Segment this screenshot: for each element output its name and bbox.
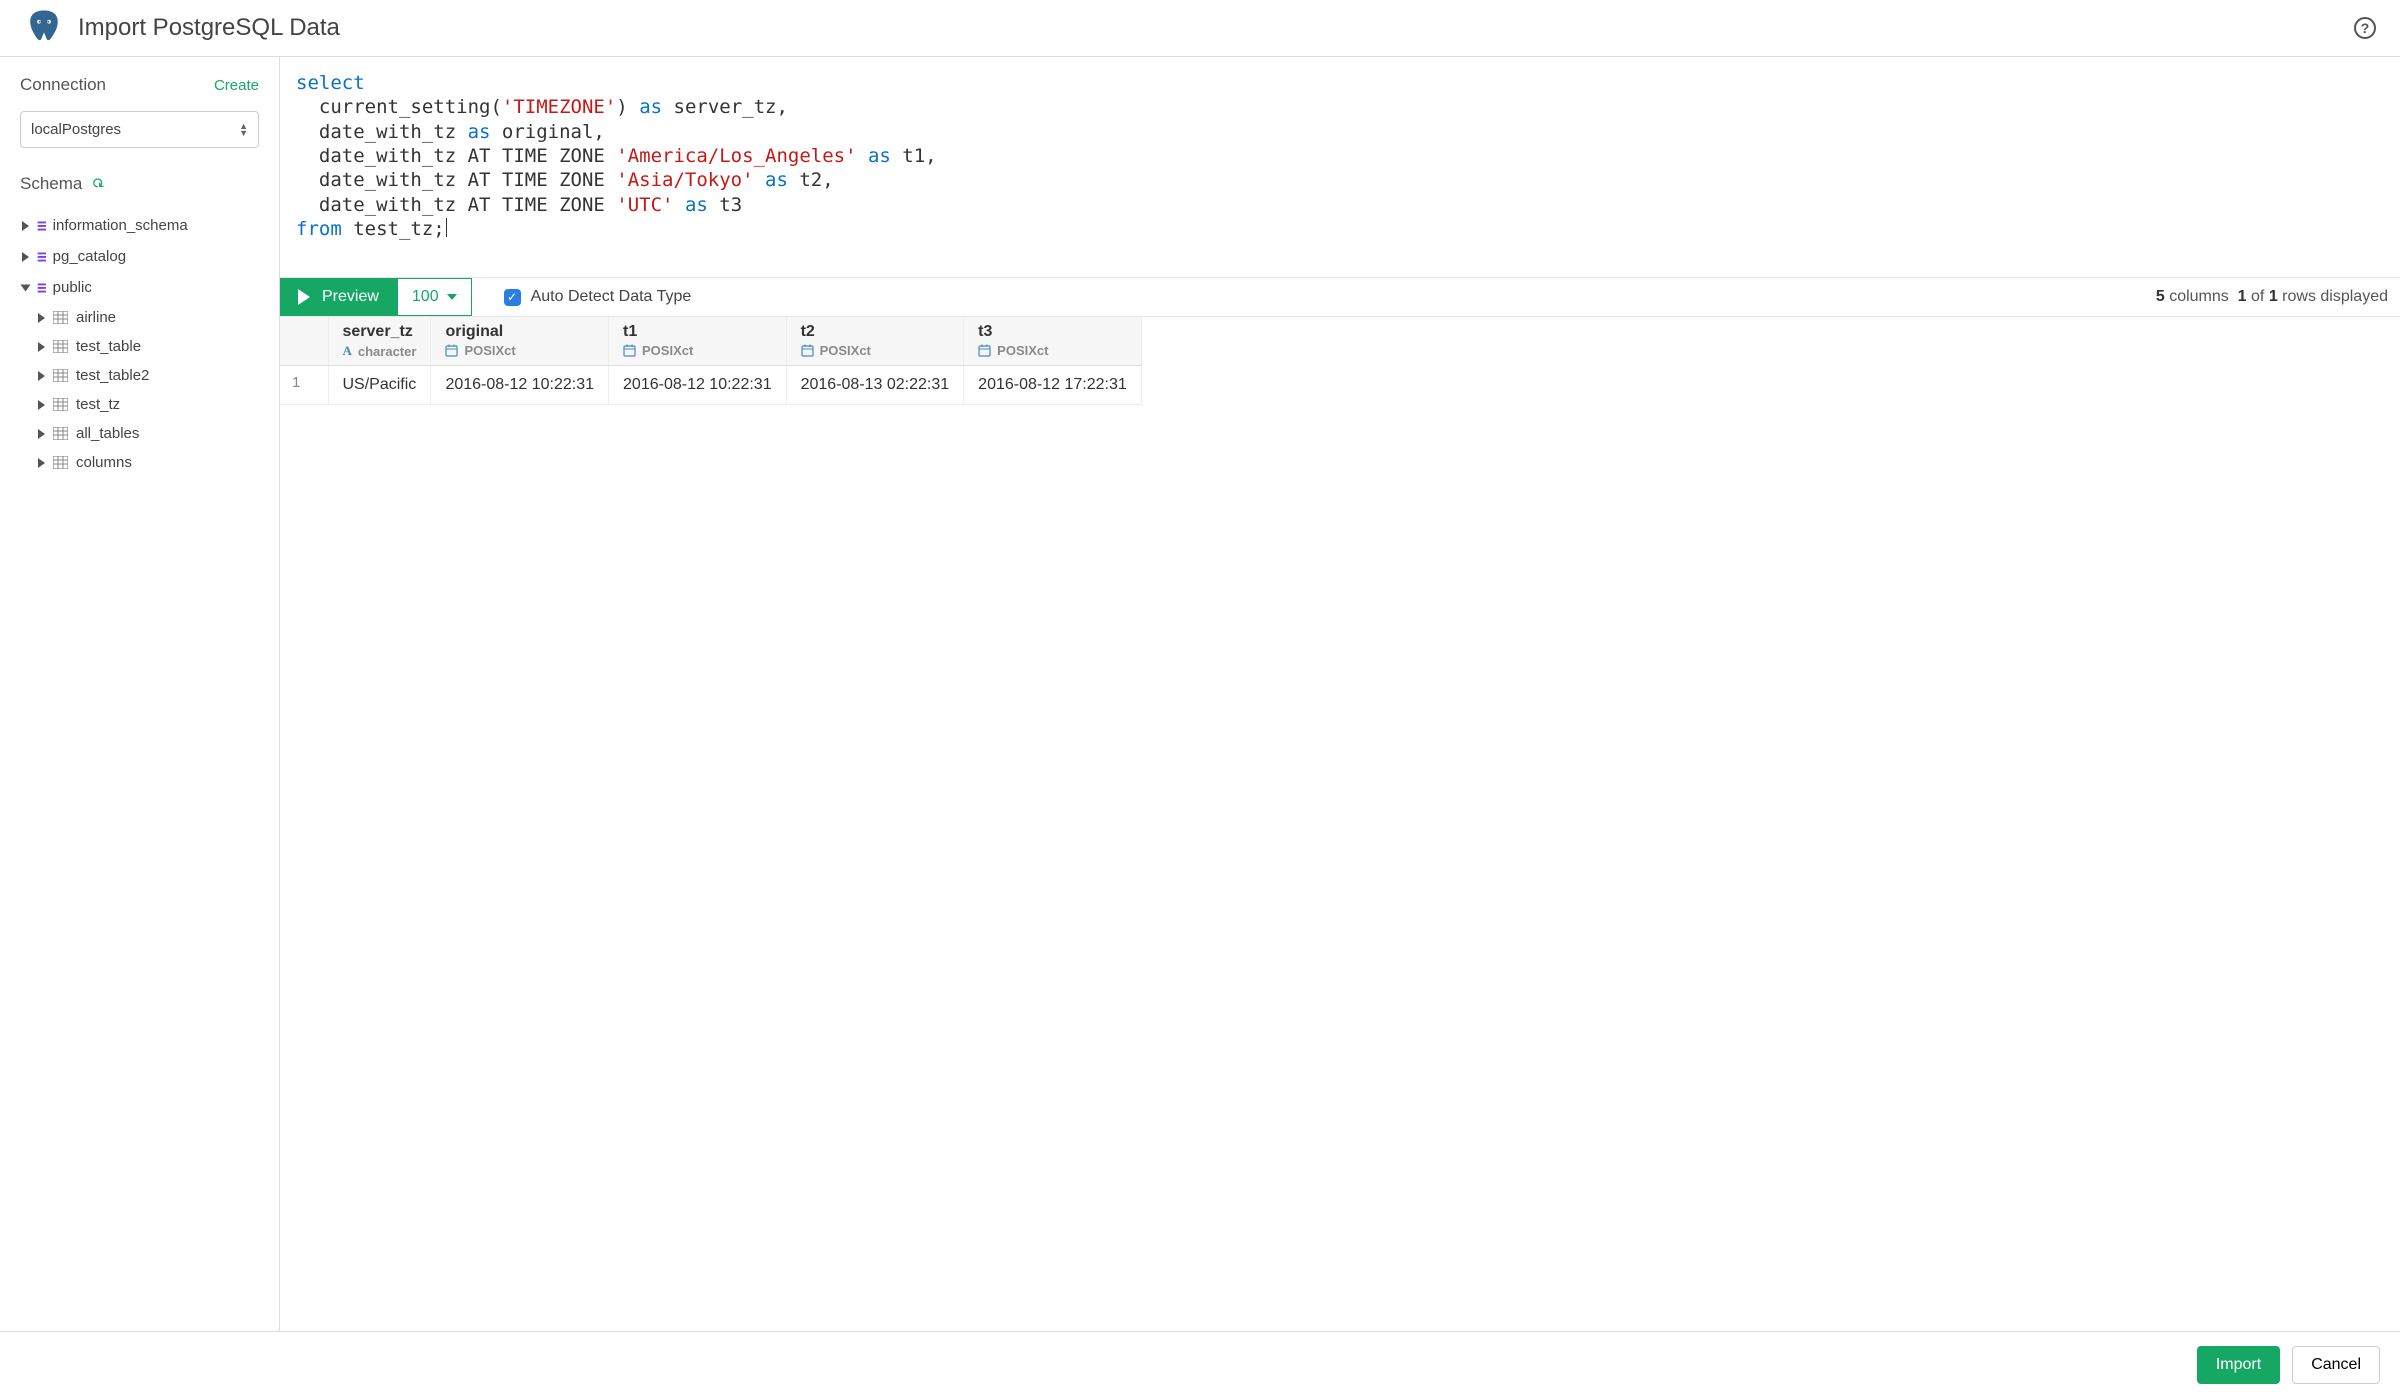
schema-icon: ≡ xyxy=(37,247,45,266)
table-icon xyxy=(53,456,68,469)
column-header-original[interactable]: original POSIXct xyxy=(431,317,609,366)
schema-item-pg_catalog[interactable]: ≡ pg_catalog xyxy=(20,241,259,272)
auto-detect-checkbox[interactable]: ✓ Auto Detect Data Type xyxy=(504,288,692,306)
table-item-all_tables[interactable]: all_tables xyxy=(20,419,259,448)
results-toolbar: Preview 100 ✓ Auto Detect Data Type 5 co… xyxy=(280,277,2400,317)
column-type: POSIXct xyxy=(623,343,772,358)
table-item-label: test_table2 xyxy=(76,367,149,384)
calendar-icon xyxy=(801,344,814,357)
table-item-columns[interactable]: columns xyxy=(20,448,259,477)
caret-right-icon xyxy=(38,371,45,381)
caret-right-icon xyxy=(22,221,29,231)
select-updown-icon: ▲▼ xyxy=(239,123,248,137)
preview-button-label: Preview xyxy=(322,288,379,306)
caret-right-icon xyxy=(38,313,45,323)
table-item-label: test_table xyxy=(76,338,141,355)
table-item-label: airline xyxy=(76,309,116,326)
table-icon xyxy=(53,369,68,382)
schema-tree: ≡ information_schema ≡ pg_catalog ≡ public air… xyxy=(20,210,259,477)
cell: 2016-08-12 10:22:31 xyxy=(431,366,609,405)
connection-selected-value: localPostgres xyxy=(31,121,121,138)
column-name: t2 xyxy=(801,323,950,341)
footer: Import Cancel xyxy=(0,1331,2400,1398)
caret-right-icon xyxy=(38,458,45,468)
schema-item-label: public xyxy=(53,279,92,296)
column-name: t1 xyxy=(623,323,772,341)
chevron-down-icon xyxy=(447,294,457,300)
cell: 2016-08-13 02:22:31 xyxy=(786,366,964,405)
calendar-icon xyxy=(623,344,636,357)
table-icon xyxy=(53,311,68,324)
sidebar: Connection Create localPostgres ▲▼ Schem… xyxy=(0,57,280,1331)
table-icon xyxy=(53,398,68,411)
row-limit-value: 100 xyxy=(412,288,439,306)
sql-editor[interactable]: select current_setting('TIMEZONE') as se… xyxy=(280,57,2400,277)
column-type: POSIXct xyxy=(445,343,594,358)
caret-right-icon xyxy=(38,400,45,410)
caret-right-icon xyxy=(38,429,45,439)
table-item-airline[interactable]: airline xyxy=(20,303,259,332)
table-item-label: test_tz xyxy=(76,396,120,413)
text-cursor xyxy=(446,218,447,237)
calendar-icon xyxy=(978,344,991,357)
postgresql-logo-icon xyxy=(24,8,64,48)
text-type-icon: A xyxy=(343,343,352,359)
column-header-t3[interactable]: t3 POSIXct xyxy=(964,317,1142,366)
column-header-server_tz[interactable]: server_tz Acharacter xyxy=(328,317,431,366)
table-item-label: columns xyxy=(76,454,132,471)
results-summary: 5 columns 1 of 1 rows displayed xyxy=(2156,288,2388,306)
row-limit-dropdown[interactable]: 100 xyxy=(397,278,472,316)
table-icon xyxy=(53,340,68,353)
schema-item-public[interactable]: ≡ public xyxy=(20,272,259,303)
import-button[interactable]: Import xyxy=(2197,1346,2280,1384)
table-item-label: all_tables xyxy=(76,425,139,442)
results-pane: server_tz Acharacter original POSIXct t1 POSI… xyxy=(280,317,2400,1331)
caret-right-icon xyxy=(38,342,45,352)
checkbox-checked-icon: ✓ xyxy=(504,289,521,306)
auto-detect-label: Auto Detect Data Type xyxy=(531,288,692,306)
column-header-t2[interactable]: t2 POSIXct xyxy=(786,317,964,366)
table-item-test_table2[interactable]: test_table2 xyxy=(20,361,259,390)
table-icon xyxy=(53,427,68,440)
page-title: Import PostgreSQL Data xyxy=(78,14,340,42)
create-connection-link[interactable]: Create xyxy=(214,77,259,94)
connection-select[interactable]: localPostgres ▲▼ xyxy=(20,111,259,148)
column-type: POSIXct xyxy=(801,343,950,358)
preview-button[interactable]: Preview xyxy=(280,278,397,316)
schema-item-label: information_schema xyxy=(53,217,188,234)
column-type: POSIXct xyxy=(978,343,1127,358)
results-table: server_tz Acharacter original POSIXct t1 POSI… xyxy=(280,317,1142,405)
caret-right-icon xyxy=(22,252,29,262)
column-name: server_tz xyxy=(343,323,417,341)
cancel-button[interactable]: Cancel xyxy=(2292,1346,2380,1384)
table-item-test_tz[interactable]: test_tz xyxy=(20,390,259,419)
column-name: original xyxy=(445,323,594,341)
column-type: Acharacter xyxy=(343,343,417,359)
table-row[interactable]: 1US/Pacific2016-08-12 10:22:312016-08-12… xyxy=(280,366,1141,405)
column-header-t1[interactable]: t1 POSIXct xyxy=(609,317,787,366)
help-icon[interactable]: ? xyxy=(2354,17,2376,39)
play-icon xyxy=(298,289,310,305)
row-index-header xyxy=(280,317,328,366)
calendar-icon xyxy=(445,344,458,357)
table-item-test_table[interactable]: test_table xyxy=(20,332,259,361)
cell: 2016-08-12 10:22:31 xyxy=(609,366,787,405)
row-index: 1 xyxy=(280,366,328,405)
schema-item-label: pg_catalog xyxy=(53,248,126,265)
cell: 2016-08-12 17:22:31 xyxy=(964,366,1142,405)
schema-label: Schema xyxy=(20,174,82,194)
schema-icon: ≡ xyxy=(37,278,45,297)
cell: US/Pacific xyxy=(328,366,431,405)
refresh-icon[interactable]: ⟳ xyxy=(88,173,110,195)
schema-item-information_schema[interactable]: ≡ information_schema xyxy=(20,210,259,241)
schema-icon: ≡ xyxy=(37,216,45,235)
header-bar: Import PostgreSQL Data ? xyxy=(0,0,2400,57)
column-name: t3 xyxy=(978,323,1127,341)
connection-label: Connection xyxy=(20,75,106,95)
caret-down-icon xyxy=(21,284,31,291)
